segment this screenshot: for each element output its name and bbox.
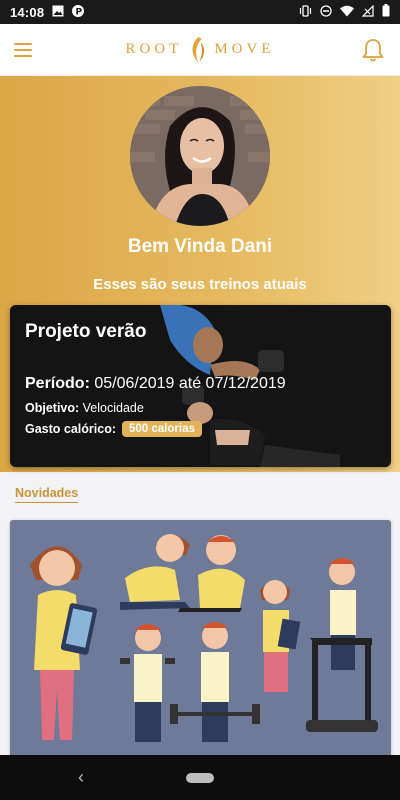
welcome-heading: Bem Vinda Dani xyxy=(127,236,273,257)
kcal-badge: 500 calorias xyxy=(122,421,202,437)
period-label: Período: xyxy=(25,375,90,392)
image-icon xyxy=(52,5,64,20)
bell-icon[interactable] xyxy=(360,37,386,63)
p-icon: P xyxy=(72,4,85,20)
workout-card[interactable]: Projeto verão Período: 05/06/2019 até 07… xyxy=(10,305,391,467)
avatar[interactable] xyxy=(130,86,270,226)
hamburger-icon[interactable] xyxy=(14,38,38,62)
vibrate-icon xyxy=(299,4,312,20)
fitness-illustration xyxy=(10,520,391,760)
dnd-icon xyxy=(320,4,332,20)
back-chevron-icon[interactable]: ‹ xyxy=(78,767,84,788)
kcal-label: Gasto calórico: xyxy=(25,422,116,436)
goal-label: Objetivo: xyxy=(25,401,80,415)
period-value: 05/06/2019 até 07/12/2019 xyxy=(94,375,286,392)
brand-right-text: MOVE xyxy=(214,41,275,57)
brand-left-text: ROOT xyxy=(125,41,183,57)
workout-calories: Gasto calórico: 500 calorias xyxy=(25,421,202,437)
brand-logo: ROOT MOVE xyxy=(125,36,274,64)
system-nav-bar: ‹ xyxy=(0,755,400,800)
svg-text:P: P xyxy=(76,7,83,17)
workout-period: Período: 05/06/2019 até 07/12/2019 xyxy=(25,375,286,393)
workout-title: Projeto verão xyxy=(25,321,147,342)
workout-goal: Objetivo: Velocidade xyxy=(25,401,144,415)
no-signal-icon xyxy=(361,4,374,20)
news-card[interactable] xyxy=(10,520,391,760)
wifi-icon xyxy=(340,5,354,20)
home-pill-icon[interactable] xyxy=(186,772,214,783)
app-bar: ROOT MOVE xyxy=(0,24,400,76)
workouts-subtitle: Esses são seus treinos atuais xyxy=(93,276,307,293)
status-bar: 14:08 P xyxy=(0,0,400,24)
goal-value: Velocidade xyxy=(82,401,144,415)
status-time: 14:08 xyxy=(10,4,45,20)
battery-icon xyxy=(382,4,390,20)
leaf-icon xyxy=(192,36,204,63)
news-section-title[interactable]: Novidades xyxy=(15,486,79,503)
